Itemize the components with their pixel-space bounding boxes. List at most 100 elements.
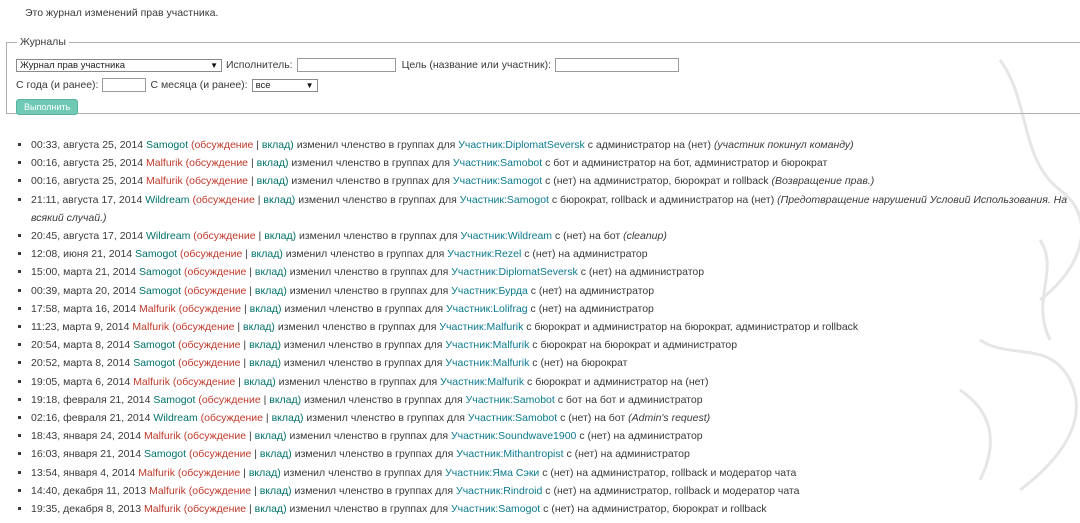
target-user-link[interactable]: Участник:Samobot — [466, 394, 555, 406]
target-user-link[interactable]: Участник:DiplomatSeversk — [451, 266, 578, 278]
target-user-link[interactable]: Участник:Samobot — [468, 412, 557, 424]
user-link[interactable]: Samogot — [139, 285, 181, 297]
contribs-link[interactable]: вклад — [257, 157, 285, 169]
target-user-link[interactable]: Участник:Malfurik — [445, 357, 529, 369]
talk-link[interactable]: обсуждение — [176, 321, 235, 333]
user-link[interactable]: Wildream — [145, 194, 189, 206]
talk-link[interactable]: обсуждение — [189, 157, 248, 169]
target-user-link[interactable]: Участник:Samobot — [453, 157, 542, 169]
target-user-link[interactable]: Участник:Rezel — [447, 248, 521, 260]
action-text: изменил членство в группах для — [283, 339, 443, 352]
contribs-link[interactable]: вклад — [257, 175, 285, 187]
talk-link[interactable]: обсуждение — [182, 339, 241, 351]
contribs-link[interactable]: вклад — [272, 412, 300, 424]
talk-link[interactable]: обсуждение — [184, 248, 243, 260]
year-input[interactable] — [102, 78, 147, 92]
paren-close: ) — [285, 175, 289, 188]
user-link[interactable]: Samogot — [135, 248, 177, 260]
user-link[interactable]: Samogot — [139, 266, 181, 278]
contribs-link[interactable]: вклад — [243, 321, 271, 333]
contribs-link[interactable]: вклад — [249, 339, 277, 351]
talk-link[interactable]: обсуждение — [202, 394, 261, 406]
entry-time: 19:35, декабря 8, 2013 — [31, 503, 142, 516]
target-user-link[interactable]: Участник:Lolifrag — [446, 303, 528, 315]
user-link[interactable]: Malfurik — [146, 157, 183, 169]
log-type-value: Журнал прав участника — [20, 59, 125, 71]
contribs-link[interactable]: вклад — [262, 139, 290, 151]
talk-link[interactable]: обсуждение — [187, 266, 246, 278]
log-entry: 11:23, марта 9, 2014 Malfurik (обсуждени… — [18, 318, 1068, 336]
contribs-link[interactable]: вклад — [264, 230, 292, 242]
target-user-link[interactable]: Участник:Malfurik — [440, 376, 524, 388]
target-user-link[interactable]: Участник:DiplomatSeversk — [458, 139, 585, 151]
user-link[interactable]: Malfurik — [144, 503, 181, 515]
contribs-link[interactable]: вклад — [260, 485, 288, 497]
contribs-link[interactable]: вклад — [255, 430, 283, 442]
target-user-link[interactable]: Участник:Samogot — [460, 194, 549, 206]
user-link[interactable]: Wildream — [146, 230, 190, 242]
log-type-select[interactable]: Журнал прав участника ▼ — [16, 58, 222, 72]
user-link[interactable]: Malfurik — [149, 485, 186, 497]
target-user-link[interactable]: Участник:Samogot — [451, 503, 540, 515]
user-link[interactable]: Samogot — [146, 139, 188, 151]
user-link[interactable]: Samogot — [133, 357, 175, 369]
talk-link[interactable]: обсуждение — [192, 485, 251, 497]
target-user-link[interactable]: Участник:Яма Сэки — [445, 467, 539, 479]
contribs-link[interactable]: вклад — [255, 266, 283, 278]
talk-link[interactable]: обсуждение — [187, 285, 246, 297]
talk-link[interactable]: обсуждение — [181, 467, 240, 479]
contribs-link[interactable]: вклад — [260, 448, 288, 460]
talk-link[interactable]: обсуждение — [182, 303, 241, 315]
user-link[interactable]: Wildream — [153, 412, 197, 424]
contribs-link[interactable]: вклад — [255, 285, 283, 297]
action-text: изменил членство в группах для — [289, 284, 449, 297]
user-link[interactable]: Malfurik — [139, 303, 176, 315]
contribs-link[interactable]: вклад — [263, 194, 291, 206]
contribs-link[interactable]: вклад — [249, 467, 277, 479]
talk-link[interactable]: обсуждение — [187, 430, 246, 442]
target-user-link[interactable]: Участник:Бурда — [451, 285, 528, 297]
talk-link[interactable]: обсуждение — [196, 194, 255, 206]
contribs-link[interactable]: вклад — [255, 503, 283, 515]
talk-link[interactable]: обсуждение — [182, 357, 241, 369]
target-user-link[interactable]: Участник:Rindroid — [456, 485, 542, 497]
talk-link[interactable]: обсуждение — [194, 139, 253, 151]
talk-link[interactable]: обсуждение — [176, 376, 235, 388]
talk-link[interactable]: обсуждение — [189, 175, 248, 187]
user-link[interactable]: Malfurik — [132, 321, 169, 333]
user-link[interactable]: Malfurik — [144, 430, 181, 442]
target-user-link[interactable]: Участник:Soundwave1900 — [451, 430, 576, 442]
target-input[interactable] — [554, 58, 679, 72]
target-user-link[interactable]: Участник:Samogot — [453, 175, 542, 187]
action-text: изменил членство в группах для — [283, 466, 443, 479]
talk-link[interactable]: обсуждение — [192, 448, 251, 460]
talk-link[interactable]: обсуждение — [204, 412, 263, 424]
target-user-link[interactable]: Участник:Malfurik — [445, 339, 529, 351]
user-link[interactable]: Samogot — [153, 394, 195, 406]
contribs-link[interactable]: вклад — [244, 376, 272, 388]
user-link[interactable]: Samogot — [144, 448, 186, 460]
target-user-link[interactable]: Участник:Wildream — [461, 230, 553, 242]
change-text: с (нет) на администратор, бюрократ и rol… — [543, 503, 767, 516]
log-entry: 16:03, января 21, 2014 Samogot (обсужден… — [18, 445, 1068, 463]
contribs-link[interactable]: вклад — [251, 248, 279, 260]
performer-input[interactable] — [296, 58, 396, 72]
paren-close: ) — [278, 302, 282, 315]
user-link[interactable]: Samogot — [133, 339, 175, 351]
paren-close: ) — [283, 503, 287, 516]
contribs-link[interactable]: вклад — [250, 303, 278, 315]
chevron-down-icon: ▼ — [305, 80, 314, 90]
filter-row-1: Журнал прав участника ▼ Исполнитель: Цел… — [16, 58, 679, 72]
user-link[interactable]: Malfurik — [138, 467, 175, 479]
contribs-link[interactable]: вклад — [249, 357, 277, 369]
target-user-link[interactable]: Участник:Mithantropist — [456, 448, 563, 460]
submit-button[interactable]: Выполнить — [16, 99, 79, 115]
contribs-link[interactable]: вклад — [269, 394, 297, 406]
talk-link[interactable]: обсуждение — [187, 503, 246, 515]
talk-link[interactable]: обсуждение — [197, 230, 256, 242]
month-select[interactable]: все ▼ — [251, 78, 318, 92]
user-link[interactable]: Malfurik — [146, 175, 183, 187]
user-link[interactable]: Malfurik — [133, 376, 170, 388]
log-entry: 19:05, марта 6, 2014 Malfurik (обсуждени… — [18, 373, 1068, 391]
target-user-link[interactable]: Участник:Malfurik — [439, 321, 523, 333]
